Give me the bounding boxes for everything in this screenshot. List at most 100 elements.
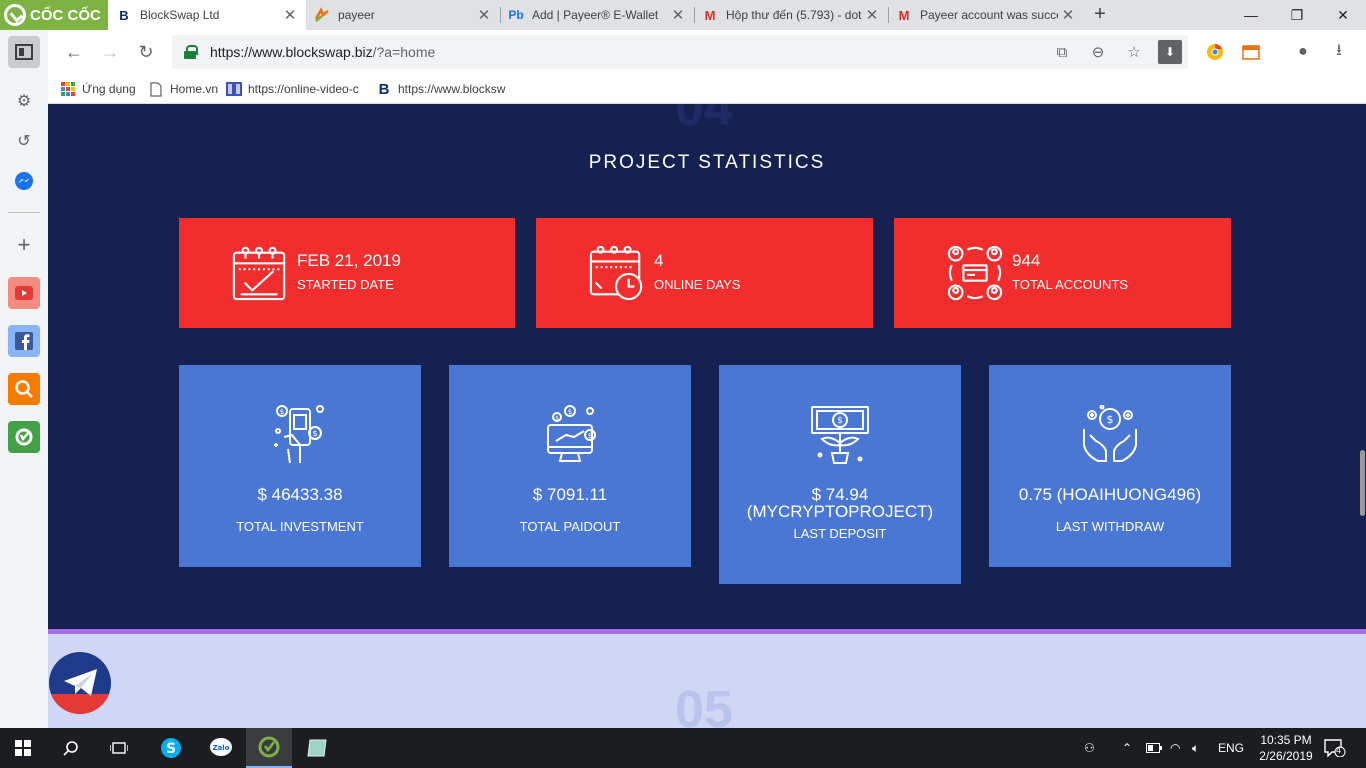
close-icon[interactable]: ✕	[280, 6, 300, 24]
telegram-plane-icon	[64, 669, 97, 696]
tab-payeer-wallet[interactable]: Pb Add | Payeer® E-Wallet ✕	[500, 0, 694, 30]
skype-button[interactable]: S	[148, 728, 194, 768]
arrow-right-icon: →	[101, 41, 119, 62]
calendar-extension-button[interactable]	[1239, 40, 1263, 64]
stat-label: TOTAL PAIDOUT	[519, 519, 621, 534]
stat-value: $ 7091.11	[532, 485, 608, 504]
sidebar-toggle-button[interactable]	[8, 36, 40, 68]
windows-logo-icon	[15, 740, 31, 756]
coccoc-app-button[interactable]	[8, 421, 40, 453]
close-icon[interactable]: ✕	[1058, 6, 1078, 24]
extension-button[interactable]	[1203, 40, 1227, 64]
address-bar[interactable]: https://www.blockswap.biz/?a=home ⧉ ⊖ ☆ …	[172, 35, 1188, 69]
tab-blockswap[interactable]: B BlockSwap Ltd ✕	[108, 0, 306, 30]
facebook-button[interactable]	[8, 325, 40, 357]
stat-label: LAST WITHDRAW	[1055, 519, 1165, 534]
bookmark-online-video[interactable]: https://online-video-c	[226, 80, 366, 98]
zoom-button[interactable]: ⊖	[1086, 40, 1110, 64]
stat-card-total-investment: $ $ $ 46433.38 TOTAL INVESTMENT	[179, 365, 421, 567]
minimize-button[interactable]: —	[1228, 0, 1274, 30]
task-view-button[interactable]	[96, 728, 142, 768]
app-taskbar-button[interactable]	[294, 728, 340, 768]
language-label: ENG	[1218, 741, 1245, 755]
tab-title: BlockSwap Ltd	[140, 8, 220, 22]
zalo-button[interactable]: Zalo	[198, 728, 244, 768]
youtube-button[interactable]	[8, 277, 40, 309]
people-button[interactable]: ⚇	[1084, 728, 1095, 768]
facebook-icon	[15, 332, 33, 350]
translate-button[interactable]: ⧉	[1050, 40, 1074, 64]
speaker-icon: 🔈︎	[1192, 740, 1200, 755]
zoom-out-icon: ⊖	[1091, 44, 1105, 61]
telegram-chat-button[interactable]	[49, 652, 111, 714]
settings-button[interactable]: ⚙	[8, 85, 40, 117]
taskbar-clock[interactable]: 10:35 PM 2/26/2019	[1256, 732, 1316, 764]
stat-card-last-withdraw: $ 0.75 (HOAIHUONG496) LAST WITHDRAW	[989, 365, 1231, 567]
start-button[interactable]	[0, 728, 46, 768]
notification-icon	[1324, 739, 1346, 757]
bookmark-label: Ứng dụng	[82, 82, 136, 96]
network-users-icon	[947, 245, 1003, 301]
coccoc-icon	[258, 736, 280, 758]
battery-button[interactable]	[1146, 728, 1162, 768]
bookmark-apps[interactable]: Ứng dụng	[60, 80, 136, 98]
stat-value-detail: (MYCRYPTOPROJECT)	[746, 502, 934, 521]
wifi-icon: ◠	[1170, 741, 1181, 755]
url-path: /?a=home	[372, 44, 436, 60]
svg-text:S: S	[166, 741, 176, 757]
add-sidebar-app-button[interactable]: +	[8, 229, 40, 261]
tab-gmail-payeer[interactable]: M Payeer account was succe ✕	[888, 0, 1084, 30]
messenger-button[interactable]	[8, 165, 40, 197]
close-icon[interactable]: ✕	[474, 6, 494, 24]
reload-button[interactable]: ↻	[132, 38, 160, 66]
action-center-button[interactable]: 4	[1324, 728, 1351, 768]
close-icon[interactable]: ✕	[862, 6, 882, 24]
plus-icon: +	[17, 232, 31, 257]
lock-icon	[184, 45, 198, 59]
tab-gmail-inbox[interactable]: M Hộp thư đến (5.793) - doti ✕	[694, 0, 888, 30]
gmail-favicon-icon: M	[704, 7, 716, 23]
back-button[interactable]: ←	[60, 38, 88, 66]
browser-brand[interactable]: CỐC CỐC	[0, 0, 108, 30]
page-scrollbar[interactable]	[1358, 104, 1366, 728]
downloads-button[interactable]: ⭳	[1327, 40, 1351, 64]
profile-button[interactable]: ●	[1291, 40, 1315, 64]
zalo-icon: Zalo	[210, 738, 232, 756]
page-icon	[148, 81, 164, 97]
new-tab-button[interactable]: +	[1088, 2, 1112, 26]
maximize-button[interactable]: ❐	[1274, 0, 1320, 30]
clock-date: 2/26/2019	[1259, 749, 1313, 763]
svg-text:$: $	[837, 416, 843, 426]
brand-name: CỐC CỐC	[30, 6, 101, 24]
wifi-button[interactable]: ◠	[1170, 728, 1180, 768]
history-button[interactable]: ↺	[8, 125, 40, 157]
save-page-button[interactable]: ⬇	[1158, 40, 1182, 64]
show-hidden-icons-button[interactable]: ⌃	[1122, 728, 1132, 768]
stat-card-online-days: 4 ONLINE DAYS	[536, 218, 873, 328]
stat-card-total-accounts: 944 TOTAL ACCOUNTS	[894, 218, 1231, 328]
tab-payeer[interactable]: payeer ✕	[306, 0, 500, 30]
scrollbar-thumb[interactable]	[1360, 450, 1365, 516]
bookmark-blockswap[interactable]: B https://www.blocksw	[376, 80, 516, 98]
clock-time: 10:35 PM	[1260, 733, 1312, 747]
volume-button[interactable]: 🔈︎	[1192, 728, 1199, 768]
tab-strip: CỐC CỐC B BlockSwap Ltd ✕ payeer ✕ Pb Ad…	[0, 0, 1366, 30]
search-button[interactable]	[48, 728, 94, 768]
coccoc-taskbar-button[interactable]	[246, 728, 292, 768]
bookmark-home-vn[interactable]: Home.vn	[148, 80, 218, 98]
stat-value: $ 74.94	[811, 485, 869, 504]
language-indicator[interactable]: ENG	[1218, 728, 1244, 768]
stat-label: TOTAL ACCOUNTS	[1012, 276, 1129, 292]
search-icon	[15, 380, 33, 398]
stat-card-last-deposit: $ $ 74.94 (MYCRYPTOPROJECT) LAST DEPOSIT	[719, 365, 961, 584]
svg-text:$: $	[555, 415, 559, 422]
search-app-button[interactable]	[8, 373, 40, 405]
stat-label: ONLINE DAYS	[654, 276, 741, 292]
bookmark-star-button[interactable]: ☆	[1122, 40, 1146, 64]
windows-taskbar: S Zalo ⚇ ⌃ ◠ 🔈︎ ENG 10:35 PM 2/26/2019 4	[0, 728, 1366, 768]
close-window-button[interactable]: ✕	[1320, 0, 1366, 30]
url-text[interactable]: https://www.blockswap.biz/?a=home	[210, 44, 435, 60]
stat-card-started-date: FEB 21, 2019 STARTED DATE	[179, 218, 515, 328]
close-icon[interactable]: ✕	[668, 6, 688, 24]
forward-button[interactable]: →	[96, 38, 124, 66]
